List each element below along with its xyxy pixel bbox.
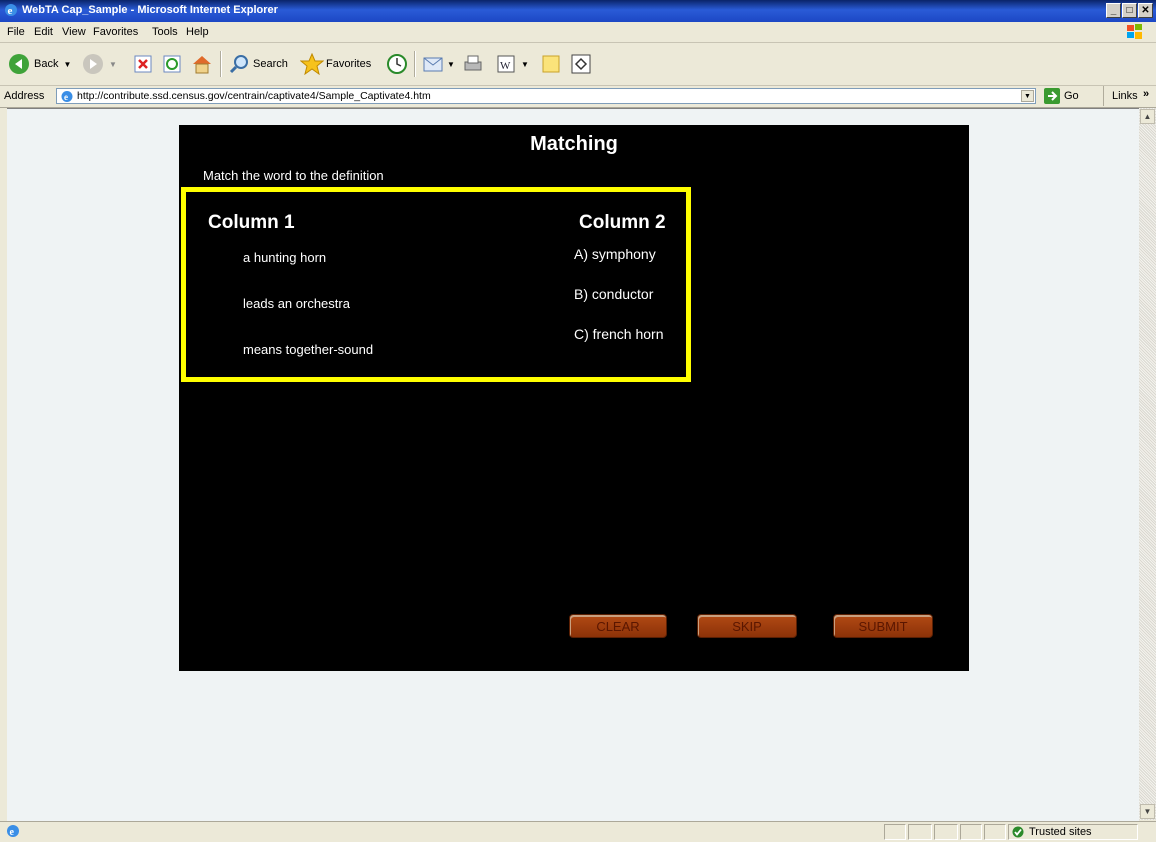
star-icon xyxy=(300,53,324,75)
column1-header: Column 1 xyxy=(208,212,295,233)
go-label: Go xyxy=(1064,90,1079,102)
mail-dropdown-icon[interactable]: ▼ xyxy=(447,60,455,69)
address-url: http://contribute.ssd.census.gov/centrai… xyxy=(77,90,431,102)
links-chevron-icon[interactable]: » xyxy=(1143,88,1149,100)
back-label: Back xyxy=(34,58,59,70)
refresh-icon xyxy=(163,55,181,73)
address-dropdown-icon[interactable]: ▼ xyxy=(1021,90,1034,102)
status-bar: e Trusted sites xyxy=(0,821,1156,842)
menu-edit[interactable]: Edit xyxy=(34,26,53,38)
column2-header: Column 2 xyxy=(579,212,666,233)
messenger-icon xyxy=(571,54,591,74)
links-label[interactable]: Links xyxy=(1112,90,1138,102)
forward-dropdown-icon[interactable]: ▼ xyxy=(109,60,117,69)
column1-item[interactable]: means together-sound xyxy=(243,342,373,357)
submit-button[interactable]: SUBMIT xyxy=(833,614,933,638)
menu-favorites[interactable]: Favorites xyxy=(93,26,138,38)
back-button[interactable]: Back ▼ xyxy=(8,51,71,77)
quiz-instruction: Match the word to the definition xyxy=(203,168,384,183)
home-button[interactable] xyxy=(191,51,213,77)
note-icon xyxy=(542,55,560,73)
favorites-button[interactable]: Favorites xyxy=(300,51,371,77)
svg-text:e: e xyxy=(10,827,15,838)
menu-file[interactable]: File xyxy=(7,26,25,38)
svg-text:W: W xyxy=(500,60,511,72)
column2-item[interactable]: B) conductor xyxy=(574,286,653,302)
toolbar-separator xyxy=(220,51,222,77)
column2-item[interactable]: C) french horn xyxy=(574,326,663,342)
toolbar-separator xyxy=(414,51,416,77)
status-pane xyxy=(934,824,958,840)
clear-button[interactable]: CLEAR xyxy=(569,614,667,638)
toolbar: Back ▼ ▼ Search Favorites ▼ W ▼ xyxy=(0,43,1156,86)
skip-button[interactable]: SKIP xyxy=(697,614,797,638)
close-button[interactable]: ✕ xyxy=(1138,3,1153,18)
ie-page-icon: e xyxy=(61,91,73,102)
back-dropdown-icon[interactable]: ▼ xyxy=(63,60,71,69)
status-pane xyxy=(960,824,982,840)
forward-arrow-icon xyxy=(83,54,103,74)
matching-frame: Column 1 Column 2 a hunting horn leads a… xyxy=(181,187,691,382)
svg-text:e: e xyxy=(8,5,13,17)
stop-icon xyxy=(134,55,152,73)
print-icon xyxy=(464,55,482,71)
go-arrow-icon xyxy=(1044,88,1060,104)
check-shield-icon xyxy=(1012,826,1024,838)
ie-status-icon: e xyxy=(7,825,19,838)
minimize-button[interactable]: _ xyxy=(1106,3,1121,18)
edit-dropdown-icon[interactable]: ▼ xyxy=(521,60,529,69)
status-pane xyxy=(984,824,1006,840)
quiz-stage: Matching Match the word to the definitio… xyxy=(179,125,969,671)
address-label: Address xyxy=(4,90,45,102)
print-button[interactable] xyxy=(462,51,484,77)
home-icon xyxy=(193,56,211,74)
history-icon xyxy=(387,54,407,74)
ie-icon: e xyxy=(5,4,17,17)
column1-item[interactable]: a hunting horn xyxy=(243,250,326,265)
status-pane xyxy=(884,824,906,840)
svg-text:e: e xyxy=(64,92,68,102)
mail-button[interactable]: ▼ xyxy=(422,51,455,77)
mail-icon xyxy=(423,57,443,72)
back-arrow-icon xyxy=(9,54,29,74)
status-pane xyxy=(908,824,932,840)
search-label: Search xyxy=(253,58,288,70)
menu-view[interactable]: View xyxy=(62,26,86,38)
edit-button[interactable]: W ▼ xyxy=(496,51,529,77)
forward-button[interactable]: ▼ xyxy=(82,51,117,77)
search-icon xyxy=(229,55,248,74)
address-bar: Address e http://contribute.ssd.census.g… xyxy=(0,86,1156,108)
go-button[interactable]: Go xyxy=(1044,88,1079,104)
refresh-button[interactable] xyxy=(162,51,182,77)
scroll-down-icon[interactable]: ▼ xyxy=(1140,804,1155,819)
zone-label: Trusted sites xyxy=(1029,826,1092,838)
history-button[interactable] xyxy=(386,51,408,77)
address-separator xyxy=(1103,86,1104,106)
menu-help[interactable]: Help xyxy=(186,26,209,38)
windows-logo-icon xyxy=(1127,24,1142,39)
maximize-button[interactable]: □ xyxy=(1122,3,1137,18)
quiz-title: Matching xyxy=(530,133,618,155)
favorites-label: Favorites xyxy=(326,58,372,70)
viewport-edge xyxy=(0,108,7,820)
word-icon: W xyxy=(497,55,515,73)
search-button[interactable]: Search xyxy=(228,51,288,77)
zone-pane[interactable]: Trusted sites xyxy=(1008,824,1138,840)
window-title: WebTA Cap_Sample - Microsoft Internet Ex… xyxy=(22,4,278,16)
stop-button[interactable] xyxy=(133,51,153,77)
menu-bar: File Edit View Favorites Tools Help xyxy=(0,22,1156,43)
menu-tools[interactable]: Tools xyxy=(152,26,178,38)
vertical-scrollbar[interactable]: ▲ ▼ xyxy=(1139,108,1156,820)
window-titlebar: e WebTA Cap_Sample - Microsoft Internet … xyxy=(0,0,1156,22)
column2-item[interactable]: A) symphony xyxy=(574,246,656,262)
discuss-button[interactable] xyxy=(540,51,562,77)
column1-item[interactable]: leads an orchestra xyxy=(243,296,350,311)
messenger-button[interactable] xyxy=(570,51,592,77)
scroll-up-icon[interactable]: ▲ xyxy=(1140,109,1155,124)
address-input[interactable]: e http://contribute.ssd.census.gov/centr… xyxy=(56,88,1036,104)
